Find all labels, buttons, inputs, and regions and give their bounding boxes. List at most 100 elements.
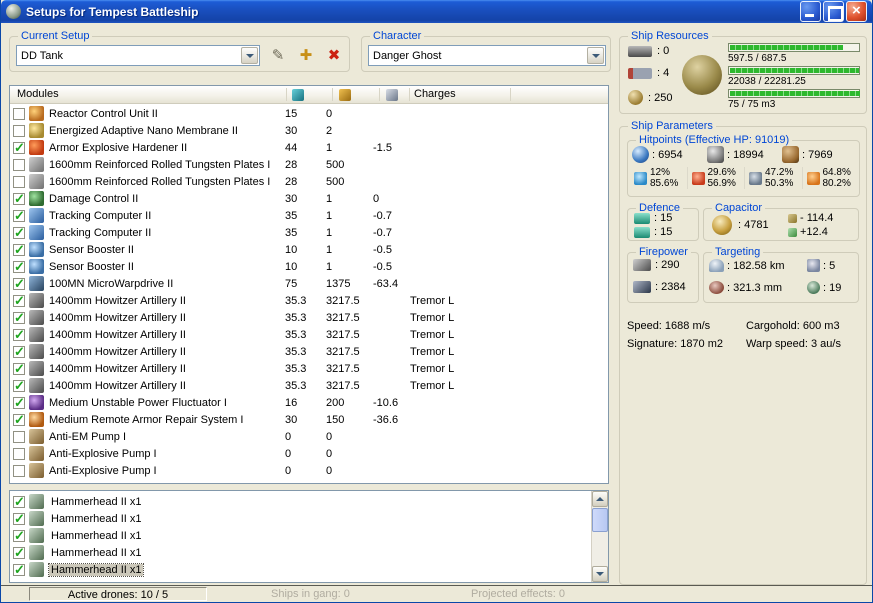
drones-rows: Hammerhead II x1 Hammerhead II x1 Hammerhe… — [10, 493, 591, 578]
character-combobox[interactable]: Danger Ghost — [368, 45, 606, 66]
module-row[interactable]: Sensor Booster II 10 1 -0.5 — [10, 258, 608, 275]
module-row[interactable]: Damage Control II 30 1 0 — [10, 190, 608, 207]
module-row[interactable]: 100MN MicroWarpdrive II 75 1375 -63.4 — [10, 275, 608, 292]
minimize-button[interactable] — [800, 1, 821, 22]
module-enabled-checkbox[interactable] — [13, 361, 25, 377]
drone-enabled-checkbox[interactable] — [13, 545, 25, 561]
calibration-value: : 250 — [648, 91, 673, 104]
module-enabled-checkbox[interactable] — [13, 430, 25, 443]
module-enabled-checkbox[interactable] — [13, 225, 25, 241]
module-enabled-checkbox[interactable] — [13, 242, 25, 258]
module-enabled-checkbox[interactable] — [13, 175, 25, 188]
maximize-button[interactable] — [823, 1, 844, 22]
module-row[interactable]: Tracking Computer II 35 1 -0.7 — [10, 224, 608, 241]
drone-row[interactable]: Hammerhead II x1 — [10, 527, 591, 544]
ship-parameters-group: Ship Parameters Hitpoints (Effective HP:… — [619, 119, 867, 585]
module-enabled-checkbox[interactable] — [13, 395, 25, 411]
scroll-up-button[interactable] — [592, 491, 608, 507]
module-name: Tracking Computer II — [49, 226, 152, 239]
turret-hardpoints-row: : 0 — [628, 45, 669, 57]
cap-drain-row: - 114.4 — [788, 211, 833, 225]
module-enabled-checkbox[interactable] — [13, 107, 25, 120]
module-enabled-checkbox[interactable] — [13, 259, 25, 275]
module-enabled-checkbox[interactable] — [13, 158, 25, 171]
powergrid-bar-text: 22038 / 22281.25 — [728, 76, 806, 87]
module-name: Medium Unstable Power Fluctuator I — [49, 396, 227, 409]
armor-icon — [707, 146, 724, 163]
em-resist-icon — [634, 171, 647, 185]
app-icon — [6, 4, 21, 19]
module-powergrid-value: 2 — [326, 124, 333, 137]
module-row[interactable]: Tracking Computer II 35 1 -0.7 — [10, 207, 608, 224]
modules-list[interactable]: Modules Charges Reactor Control Unit II 1… — [9, 85, 609, 484]
module-row[interactable]: Anti-Explosive Pump I 0 0 — [10, 445, 608, 462]
titlebar[interactable]: Setups for Tempest Battleship — [1, 0, 872, 23]
sig-resolution-value: : 321.3 mm — [727, 281, 783, 294]
module-enabled-checkbox[interactable] — [13, 276, 25, 292]
sig-radius-icon — [709, 281, 724, 294]
drones-scrollbar[interactable] — [591, 491, 608, 582]
module-row[interactable]: 1400mm Howitzer Artillery II 35.3 3217.5 Tr… — [10, 309, 608, 326]
module-enabled-checkbox[interactable] — [13, 327, 25, 343]
setup-combobox[interactable]: DD Tank — [16, 45, 260, 66]
delete-setup-icon[interactable]: ✖ — [324, 46, 344, 66]
module-enabled-checkbox[interactable] — [13, 310, 25, 326]
module-powergrid-value: 500 — [326, 158, 345, 171]
module-row[interactable]: 1400mm Howitzer Artillery II 35.3 3217.5 Tr… — [10, 326, 608, 343]
module-enabled-checkbox[interactable] — [13, 447, 25, 460]
drones-list[interactable]: Hammerhead II x1 Hammerhead II x1 Hammerhe… — [9, 490, 609, 583]
module-row[interactable]: 1400mm Howitzer Artillery II 35.3 3217.5 Tr… — [10, 377, 608, 394]
module-row[interactable]: Energized Adaptive Nano Membrane II 30 2 — [10, 122, 608, 139]
module-row[interactable]: 1400mm Howitzer Artillery II 35.3 3217.5 Tr… — [10, 292, 608, 309]
module-enabled-checkbox[interactable] — [13, 140, 25, 156]
character-label: Character — [370, 29, 425, 43]
dps-value: : 290 — [655, 259, 680, 271]
scroll-down-button[interactable] — [592, 566, 608, 582]
drone-row[interactable]: Hammerhead II x1 — [10, 561, 591, 578]
module-row[interactable]: 1600mm Reinforced Rolled Tungsten Plates… — [10, 173, 608, 190]
new-setup-icon[interactable]: ✚ — [296, 46, 316, 66]
module-enabled-checkbox[interactable] — [13, 191, 25, 207]
thermal-armor-resist: 56.9% — [707, 178, 736, 189]
drone-row[interactable]: Hammerhead II x1 — [10, 493, 591, 510]
module-enabled-checkbox[interactable] — [13, 344, 25, 360]
sensor-booster-icon — [29, 242, 44, 257]
module-row[interactable]: 1400mm Howitzer Artillery II 35.3 3217.5 Tr… — [10, 360, 608, 377]
drone-enabled-checkbox[interactable] — [13, 511, 25, 527]
shield-recharge-row: : 15 — [634, 212, 672, 224]
module-row[interactable]: 1400mm Howitzer Artillery II 35.3 3217.5 Tr… — [10, 343, 608, 360]
module-row[interactable]: Anti-EM Pump I 0 0 — [10, 428, 608, 445]
drone-row[interactable]: Hammerhead II x1 — [10, 544, 591, 561]
neutralizer-icon — [29, 395, 44, 410]
drone-row[interactable]: Hammerhead II x1 — [10, 510, 591, 527]
em-armor-resist: 85.6% — [650, 178, 679, 189]
module-enabled-checkbox[interactable] — [13, 293, 25, 309]
edit-setups-icon[interactable]: ✎ — [268, 46, 288, 66]
targeting-group: Targeting : 182.58 km : 5 : 321.3 mm : 1… — [703, 245, 859, 303]
module-row[interactable]: Armor Explosive Hardener II 44 1 -1.5 — [10, 139, 608, 156]
artillery-icon — [29, 344, 44, 359]
module-enabled-checkbox[interactable] — [13, 378, 25, 394]
module-enabled-checkbox[interactable] — [13, 124, 25, 137]
module-name: Sensor Booster II — [49, 260, 134, 273]
module-row[interactable]: Anti-Explosive Pump I 0 0 — [10, 462, 608, 479]
module-enabled-checkbox[interactable] — [13, 464, 25, 477]
setup-combobox-arrow[interactable] — [241, 47, 258, 64]
module-row[interactable]: Medium Remote Armor Repair System I 30 150… — [10, 411, 608, 428]
module-name: 1400mm Howitzer Artillery II — [49, 345, 186, 358]
drone-enabled-checkbox[interactable] — [13, 528, 25, 544]
scrollbar-thumb[interactable] — [592, 508, 608, 532]
drone-enabled-checkbox[interactable] — [13, 562, 25, 578]
module-row[interactable]: Medium Unstable Power Fluctuator I 16 200 -… — [10, 394, 608, 411]
turret-hardpoint-icon — [628, 45, 652, 57]
remote-repair-icon — [29, 412, 44, 427]
character-combobox-arrow[interactable] — [587, 47, 604, 64]
close-button[interactable] — [846, 1, 867, 22]
module-row[interactable]: Reactor Control Unit II 15 0 — [10, 105, 608, 122]
module-row[interactable]: Sensor Booster II 10 1 -0.5 — [10, 241, 608, 258]
module-enabled-checkbox[interactable] — [13, 208, 25, 224]
module-enabled-checkbox[interactable] — [13, 412, 25, 428]
module-row[interactable]: 1600mm Reinforced Rolled Tungsten Plates… — [10, 156, 608, 173]
drone-enabled-checkbox[interactable] — [13, 494, 25, 510]
module-name: Reactor Control Unit II — [49, 107, 158, 120]
